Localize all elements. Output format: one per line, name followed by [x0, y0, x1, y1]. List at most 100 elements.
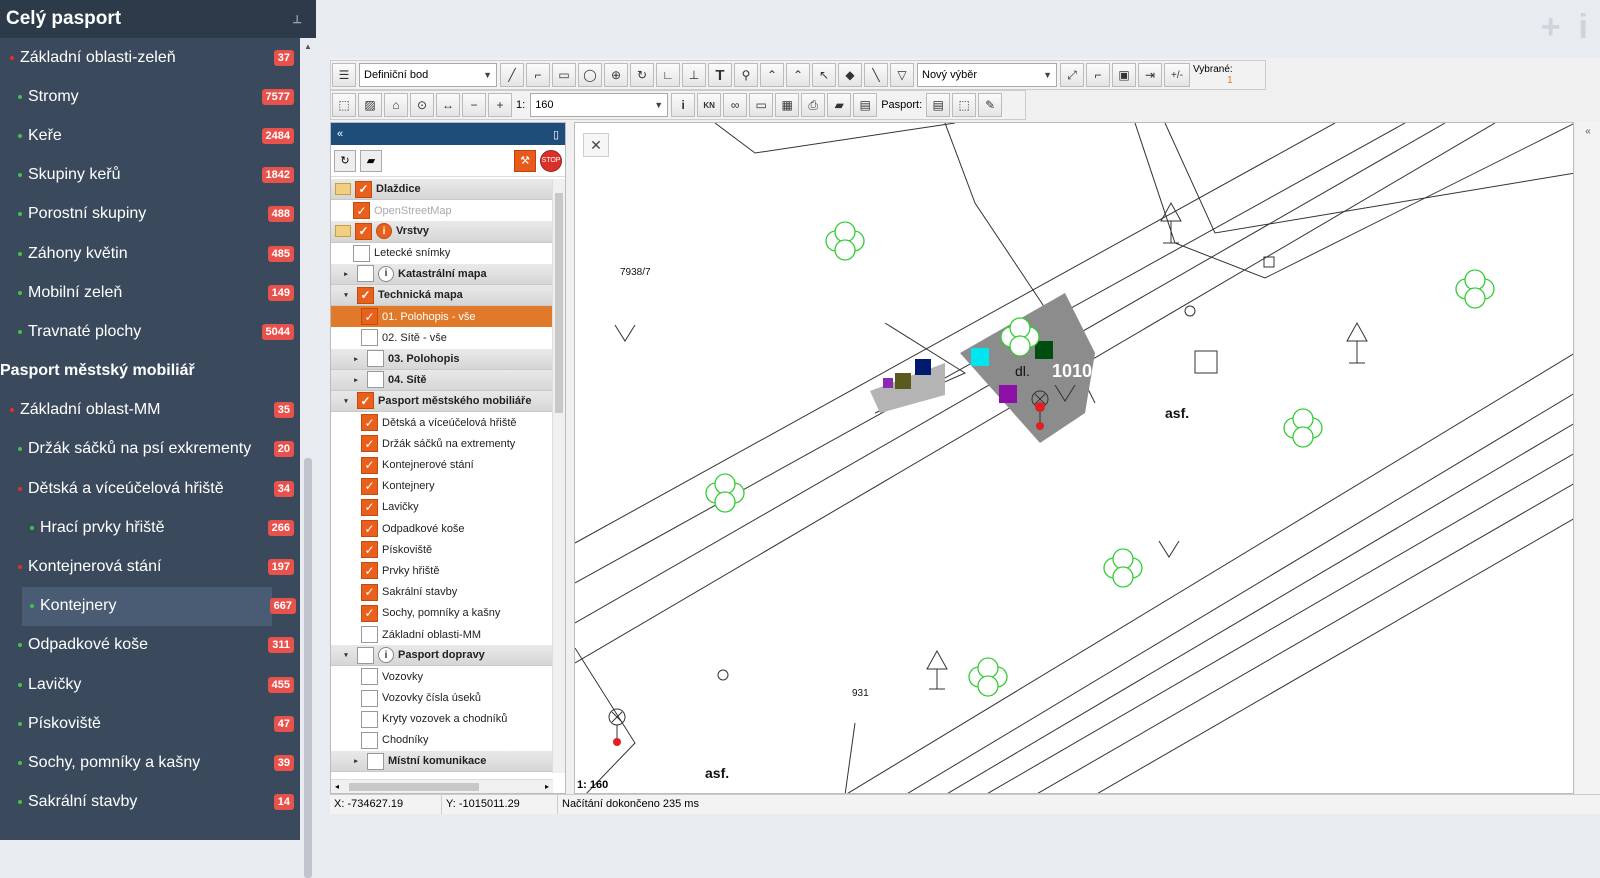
scroll-up-icon[interactable]: ▲ [304, 42, 312, 51]
layer-checkbox[interactable]: ✓ [361, 456, 378, 474]
container-marker[interactable] [883, 378, 893, 388]
expand-icon[interactable]: ▸ [351, 355, 361, 363]
angle-tool-icon[interactable]: ∟ [656, 63, 680, 87]
collapse-icon[interactable]: ▾ [341, 291, 351, 299]
layer-checkbox[interactable]: ✓ [361, 562, 378, 580]
sidebar-item[interactable]: Odpadkové koše 311 [0, 626, 300, 665]
sidebar-item[interactable]: Držák sáčků na psí exkrementy 20 [0, 430, 300, 469]
tools-icon[interactable]: ⚒ [514, 149, 536, 172]
container-marker[interactable] [895, 373, 911, 389]
zoom-out-icon[interactable]: − [462, 93, 486, 117]
layer-checkbox[interactable]: ✓ [355, 180, 372, 198]
scroll-right-icon[interactable]: ▸ [545, 782, 549, 791]
info-icon[interactable]: i [378, 647, 394, 664]
layer-checkbox[interactable]: ✓ [361, 541, 378, 559]
layer-row[interactable]: ▸ 03. Polohopis [331, 348, 553, 370]
close-icon[interactable]: ✕ [583, 133, 609, 157]
layer-row[interactable]: ▸ 04. Sítě [331, 369, 553, 391]
layer-row[interactable]: ✓ Sochy, pomníky a kašny [331, 603, 553, 624]
right-panel-toggle[interactable]: « [1576, 122, 1600, 794]
layer-row[interactable]: ▸ i Katastrální mapa [331, 263, 553, 285]
layer-checkbox[interactable] [367, 752, 384, 770]
perpendicular-tool-icon[interactable]: ⊥ [682, 63, 706, 87]
pasport-edit-icon[interactable]: ✎ [978, 93, 1003, 117]
sidebar-item[interactable]: Pískoviště 47 [0, 704, 300, 743]
map-canvas[interactable]: 7938/7 931 asf. asf. dl. 1010 ✕ 1: 160 [574, 122, 1574, 794]
sidebar-item[interactable]: Stromy 7577 [0, 77, 300, 116]
layer-checkbox[interactable]: ✓ [361, 583, 378, 601]
ruler-icon[interactable]: ▭ [749, 93, 774, 117]
layer-checkbox[interactable]: ✓ [361, 477, 378, 495]
rectangle-tool-icon[interactable]: ▭ [552, 63, 576, 87]
scale-select[interactable]: 160 ▼ [530, 93, 669, 117]
pan-icon[interactable]: ↔ [436, 93, 460, 117]
layer-checkbox[interactable]: ✓ [361, 414, 378, 432]
layer-checkbox[interactable] [361, 668, 378, 686]
container-marker[interactable] [999, 385, 1017, 403]
sidebar-item[interactable]: Dětská a víceúčelová hřiště 34 [0, 469, 300, 508]
selection-mode-select[interactable]: Nový výběr ▼ [917, 63, 1057, 87]
layers-refresh-icon[interactable]: ↻ [334, 149, 356, 172]
layer-row[interactable]: ✓ Dětská a víceúčelová hřiště [331, 412, 553, 433]
expand-panel-icon[interactable]: « [1585, 126, 1591, 137]
layer-checkbox[interactable]: ✓ [357, 392, 374, 410]
pin-icon[interactable]: ⊥ [292, 13, 302, 26]
layer-row[interactable]: Letecké snímky [331, 243, 553, 264]
layer-checkbox[interactable] [361, 329, 378, 347]
layer-row[interactable]: ✓ Dlaždice [331, 179, 553, 201]
pasport-select-icon[interactable]: ⬚ [952, 93, 977, 117]
zoom-in-icon[interactable]: + [488, 93, 512, 117]
layer-row[interactable]: ✓ 01. Polohopis - vše [331, 306, 553, 328]
sidebar-item[interactable]: Sakrální stavby 14 [0, 783, 300, 822]
layer-row[interactable]: ✓ Pískoviště [331, 539, 553, 560]
layer-checkbox[interactable]: ✓ [353, 202, 370, 220]
arc-tool-icon[interactable]: ↻ [630, 63, 654, 87]
sidebar-item[interactable]: Sochy, pomníky a kašny 39 [0, 743, 300, 782]
layer-checkbox[interactable] [353, 244, 370, 262]
stop-icon[interactable]: STOP [540, 149, 562, 172]
scrollbar-thumb[interactable] [304, 458, 312, 878]
layer-checkbox[interactable] [361, 626, 378, 644]
sidebar-item[interactable]: Záhony květin 485 [0, 234, 300, 273]
layer-checkbox[interactable]: ✓ [361, 435, 378, 453]
layer-row[interactable]: ✓ i Vrstvy [331, 221, 553, 243]
layer-checkbox[interactable]: ✓ [361, 498, 378, 516]
sidebar-item[interactable]: Základní oblasti-zeleň 37 [0, 38, 300, 77]
snap-line-icon[interactable]: ⌃ [786, 63, 810, 87]
plusminus-button[interactable]: +/- [1164, 63, 1190, 87]
identify-icon[interactable]: i [671, 93, 696, 117]
layer-row[interactable]: Kryty vozovek a chodníků [331, 709, 553, 730]
sidebar-item[interactable]: Keře 2484 [0, 116, 300, 155]
layer-checkbox[interactable]: ✓ [361, 308, 378, 326]
scrollbar-thumb[interactable] [349, 783, 479, 791]
sidebar-item[interactable]: Porostní skupiny 488 [0, 195, 300, 234]
sidebar-item[interactable]: Kontejnerová stání 197 [0, 547, 300, 586]
layer-row[interactable]: ✓ Lavičky [331, 497, 553, 518]
locate-icon[interactable]: ⊙ [410, 93, 434, 117]
container-marker[interactable] [915, 359, 931, 375]
info-icon[interactable]: i [1579, 8, 1588, 47]
layer-checkbox[interactable] [367, 371, 384, 389]
layer-row[interactable]: Chodníky [331, 730, 553, 751]
info-icon[interactable]: i [376, 223, 392, 240]
sidebar-item[interactable]: Travnaté plochy 5044 [0, 312, 300, 351]
pin-icon[interactable]: ▯ [553, 128, 559, 141]
collapse-icon[interactable]: ▾ [341, 397, 351, 405]
layer-row[interactable]: ✓ Prvky hřiště [331, 560, 553, 581]
select-export-icon[interactable]: ⇥ [1138, 63, 1162, 87]
image-icon[interactable]: ▨ [358, 93, 382, 117]
select-arrow-icon[interactable]: ↖ [812, 63, 836, 87]
info-icon[interactable]: i [378, 265, 394, 282]
layer-checkbox[interactable] [357, 265, 374, 283]
sidebar-item[interactable]: Kontejnery 667 [22, 586, 296, 626]
pasport-save-icon[interactable]: ▤ [926, 93, 951, 117]
layer-checkbox[interactable] [361, 689, 378, 707]
area-icon[interactable]: ▦ [775, 93, 800, 117]
layer-hscrollbar[interactable]: ◂ ▸ [331, 779, 553, 793]
text-tool-icon[interactable]: T [708, 63, 732, 87]
layer-checkbox[interactable]: ✓ [355, 222, 372, 240]
sidebar-item[interactable]: Základní oblast-MM 35 [0, 391, 300, 430]
layer-checkbox[interactable]: ✓ [361, 604, 378, 622]
layer-row[interactable]: Vozovky čísla úseků [331, 688, 553, 709]
menu-icon[interactable]: ☰ [332, 63, 356, 87]
